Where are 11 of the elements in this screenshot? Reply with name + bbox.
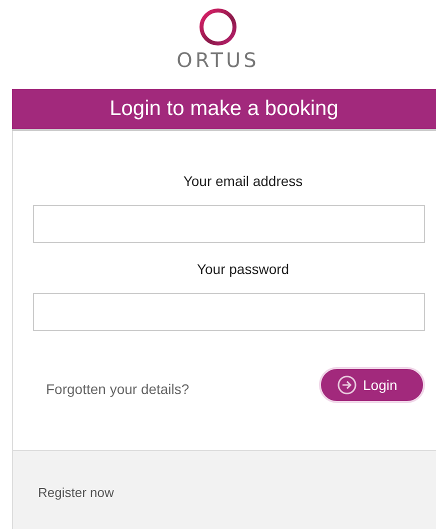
arrow-circle-icon — [337, 375, 357, 395]
input-field[interactable] — [33, 205, 425, 243]
register-link[interactable]: Register now — [38, 485, 114, 500]
login-button[interactable]: Login — [319, 367, 425, 403]
logo-wordmark: ORTUS — [176, 49, 260, 71]
forgot-details-link[interactable]: Forgotten your details? — [46, 381, 190, 397]
page-header: Login to make a booking — [12, 89, 436, 131]
field-label: Your password — [196, 261, 290, 277]
ring-logo-icon — [199, 8, 237, 46]
input-field[interactable] — [33, 293, 425, 331]
field-label: Your email address — [182, 173, 304, 189]
